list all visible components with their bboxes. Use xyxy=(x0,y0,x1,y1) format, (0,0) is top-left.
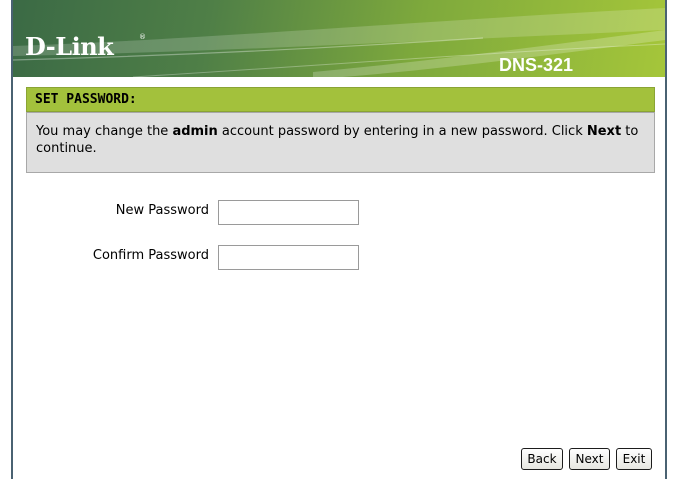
exit-button[interactable]: Exit xyxy=(616,448,652,470)
info-text-bold-admin: admin xyxy=(172,124,218,139)
dlink-logo: D-Link xyxy=(25,32,114,61)
model-name: DNS-321 xyxy=(499,55,574,75)
section-header: SET PASSWORD: xyxy=(26,87,655,112)
next-button[interactable]: Next xyxy=(569,448,610,470)
setup-wizard-window: D-Link ® DNS-321 SET PASSWORD: You may c… xyxy=(11,0,667,479)
new-password-label: New Password xyxy=(115,203,209,218)
info-box: You may change the admin account passwor… xyxy=(26,112,655,173)
registered-mark: ® xyxy=(139,33,146,41)
confirm-password-input[interactable] xyxy=(218,245,359,270)
header-banner: D-Link ® DNS-321 xyxy=(13,0,665,77)
new-password-input[interactable] xyxy=(218,200,359,225)
info-text-part: account password by entering in a new pa… xyxy=(217,124,587,139)
confirm-password-label: Confirm Password xyxy=(92,248,209,263)
section-title: SET PASSWORD: xyxy=(35,92,137,107)
back-button[interactable]: Back xyxy=(521,448,563,470)
info-text-part: You may change the xyxy=(36,124,173,139)
info-text-bold-next: Next xyxy=(586,124,622,139)
